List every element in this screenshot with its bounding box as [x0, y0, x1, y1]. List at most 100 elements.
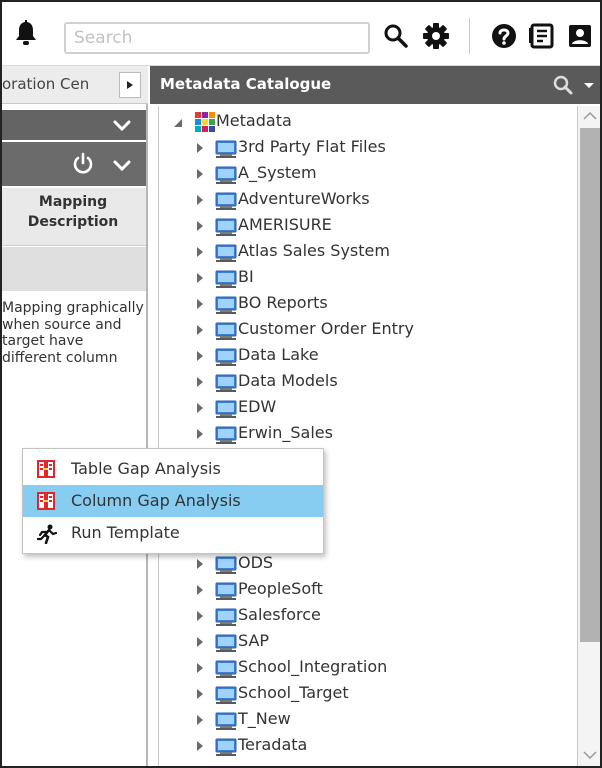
collapsed-caret-icon[interactable] — [197, 143, 203, 153]
tree-item[interactable]: SAP — [159, 630, 569, 656]
context-menu-item[interactable]: Table Gap Analysis — [23, 453, 323, 485]
gap-analysis-icon — [37, 492, 55, 510]
context-menu-item-label: Column Gap Analysis — [71, 491, 241, 510]
collapsed-caret-icon[interactable] — [197, 273, 203, 283]
collapsed-caret-icon[interactable] — [197, 585, 203, 595]
database-icon — [215, 425, 237, 445]
search-icon[interactable] — [382, 22, 410, 50]
tree-item[interactable]: School_Target — [159, 682, 569, 708]
database-icon — [215, 659, 237, 679]
database-icon — [215, 633, 237, 653]
tree-item[interactable]: Teradata — [159, 734, 569, 760]
search-icon[interactable] — [552, 74, 574, 96]
tree-item[interactable]: BO Reports — [159, 292, 569, 318]
database-icon — [215, 217, 237, 237]
expanded-caret-icon[interactable] — [173, 118, 183, 128]
collapsed-caret-icon[interactable] — [197, 325, 203, 335]
collapsed-caret-icon[interactable] — [197, 195, 203, 205]
tree-item[interactable]: Data Models — [159, 370, 569, 396]
tree-item-label: ODS — [238, 553, 274, 572]
tree-item-label: BO Reports — [238, 293, 328, 312]
database-icon — [215, 555, 237, 575]
collapsed-caret-icon[interactable] — [197, 663, 203, 673]
database-icon — [215, 581, 237, 601]
collapsed-caret-icon[interactable] — [197, 247, 203, 257]
collapsed-caret-icon[interactable] — [197, 689, 203, 699]
help-icon[interactable] — [490, 22, 518, 50]
collapsed-caret-icon[interactable] — [197, 429, 203, 439]
tree-item[interactable]: Erwin_Sales — [159, 422, 569, 448]
context-menu-item[interactable]: Run Template — [23, 517, 323, 549]
chevron-down-icon[interactable] — [112, 158, 132, 174]
tree-item[interactable]: T_New — [159, 708, 569, 734]
tree-item[interactable]: Customer Order Entry — [159, 318, 569, 344]
bell-icon[interactable] — [14, 20, 38, 46]
database-icon — [215, 373, 237, 393]
filter-row — [0, 247, 146, 291]
power-icon[interactable] — [72, 152, 94, 176]
tree-item[interactable]: EDW — [159, 396, 569, 422]
chevron-down-icon[interactable] — [112, 118, 132, 134]
metadata-catalogue-header: Metadata Catalogue — [150, 66, 602, 104]
collapsed-caret-icon[interactable] — [197, 715, 203, 725]
tree-item[interactable]: AdventureWorks — [159, 188, 569, 214]
user-icon[interactable] — [566, 22, 594, 50]
top-toolbar — [0, 0, 602, 66]
database-icon — [215, 139, 237, 159]
tree-item-label: AdventureWorks — [238, 189, 370, 208]
metadata-tree: Metadata 3rd Party Flat Files A_System Adv… — [158, 106, 578, 768]
database-icon — [215, 685, 237, 705]
tree-item[interactable]: School_Integration — [159, 656, 569, 682]
context-menu-item-label: Table Gap Analysis — [71, 459, 221, 478]
tree-item-label: A_System — [238, 163, 317, 182]
tree-item[interactable]: A_System — [159, 162, 569, 188]
database-icon — [215, 321, 237, 341]
panel-title: Metadata Catalogue — [160, 75, 332, 93]
collapsed-caret-icon[interactable] — [197, 221, 203, 231]
tree-item[interactable]: ODS — [159, 552, 569, 578]
caret-down-icon[interactable] — [582, 80, 596, 92]
tree-item[interactable]: PeopleSoft — [159, 578, 569, 604]
collapsed-caret-icon[interactable] — [197, 299, 203, 309]
scroll-down-icon[interactable] — [582, 748, 598, 762]
mapping-description-column-header[interactable]: Mapping Description — [0, 188, 146, 246]
collapsed-caret-icon[interactable] — [197, 403, 203, 413]
collapsed-caret-icon[interactable] — [197, 611, 203, 621]
left-panel-action-bar — [0, 142, 146, 186]
search-input[interactable] — [64, 22, 370, 54]
collapsed-caret-icon[interactable] — [197, 637, 203, 647]
tree-item[interactable]: Data Lake — [159, 344, 569, 370]
collapsed-caret-icon[interactable] — [197, 169, 203, 179]
tree-item-label: Teradata — [238, 735, 308, 754]
database-icon — [215, 347, 237, 367]
tree-item[interactable]: AMERISURE — [159, 214, 569, 240]
tree-item-label: SAP — [238, 631, 270, 650]
notes-icon[interactable] — [528, 22, 556, 50]
tree-item[interactable]: Salesforce — [159, 604, 569, 630]
tree-item-label: Erwin_Sales — [238, 423, 333, 442]
collapsed-caret-icon[interactable] — [197, 741, 203, 751]
tree-item[interactable]: 3rd Party Flat Files — [159, 136, 569, 162]
tree-item[interactable]: Atlas Sales System — [159, 240, 569, 266]
gear-icon[interactable] — [422, 22, 450, 50]
scroll-up-icon[interactable] — [582, 109, 598, 123]
collapsed-caret-icon[interactable] — [197, 351, 203, 361]
tree-item[interactable]: BI — [159, 266, 569, 292]
database-icon — [215, 243, 237, 263]
database-icon — [215, 399, 237, 419]
database-icon — [215, 607, 237, 627]
database-icon — [215, 737, 237, 757]
vertical-scrollbar[interactable] — [578, 106, 602, 768]
context-menu-item[interactable]: Column Gap Analysis — [23, 485, 323, 517]
tab-scroll-right-button[interactable] — [119, 72, 141, 98]
context-menu: Table Gap Analysis Column Gap Analysis Run… — [22, 448, 324, 554]
collaboration-center-tab[interactable]: oration Cen — [0, 66, 148, 104]
collapsed-caret-icon[interactable] — [197, 377, 203, 387]
collapsed-caret-icon[interactable] — [197, 559, 203, 569]
tree-item-label: 3rd Party Flat Files — [238, 137, 386, 156]
run-icon — [36, 524, 58, 545]
scrollbar-thumb[interactable] — [580, 128, 600, 642]
database-icon — [215, 165, 237, 185]
left-panel-collapse-bar[interactable] — [0, 110, 146, 140]
mapping-description-header-label: Mapping Description — [27, 194, 119, 230]
